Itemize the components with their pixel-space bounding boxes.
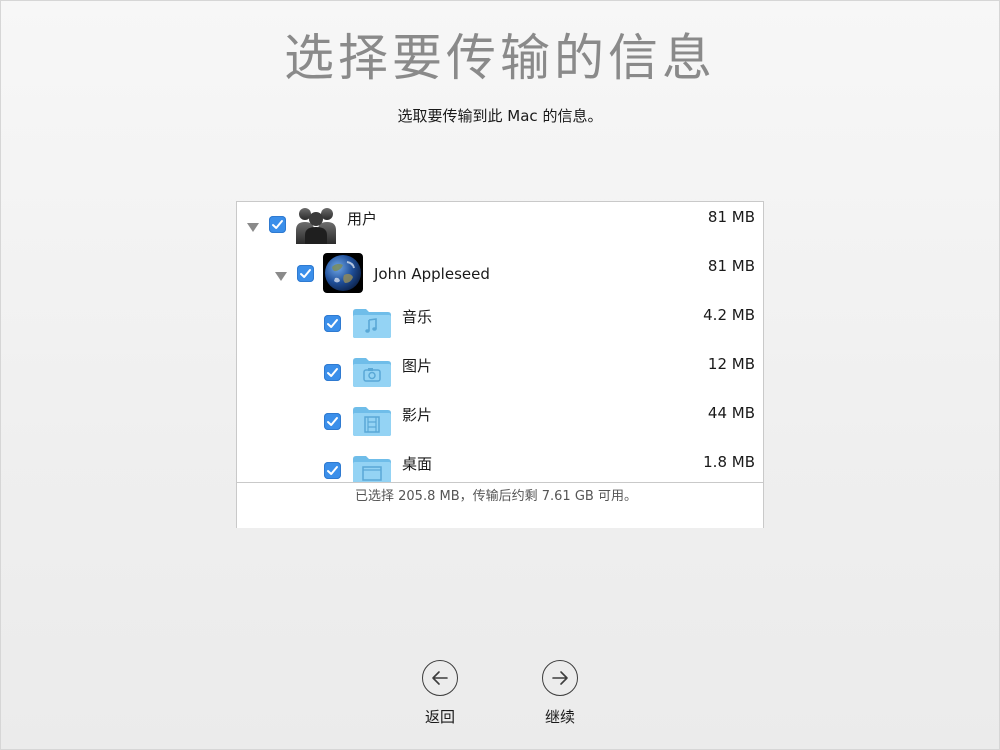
transfer-list-panel: 用户 81 MB John Appleseed 81 MB 音乐 4.2 MB … [236, 201, 764, 528]
forward-arrow-icon[interactable] [542, 660, 578, 696]
list-item-label: 影片 [402, 406, 433, 424]
back-arrow-icon[interactable] [422, 660, 458, 696]
list-item-size: 81 MB [707, 208, 755, 226]
continue-label: 继续 [544, 708, 575, 726]
checkbox-users[interactable] [269, 216, 286, 233]
list-item-movies[interactable]: 影片 44 MB [237, 397, 763, 445]
desktop-folder-icon [353, 456, 391, 482]
back-label: 返回 [424, 708, 455, 726]
selection-summary-bar: 已选择 205.8 MB，传输后约剩 7.61 GB 可用。 [237, 482, 763, 528]
transfer-list[interactable]: 用户 81 MB John Appleseed 81 MB 音乐 4.2 MB … [237, 202, 763, 482]
continue-button[interactable]: 继续 [520, 660, 600, 730]
list-item-pictures[interactable]: 图片 12 MB [237, 348, 763, 396]
movies-folder-icon [353, 407, 391, 436]
checkbox-pictures[interactable] [324, 364, 341, 381]
pictures-folder-icon [353, 358, 391, 387]
list-item-label: John Appleseed [374, 265, 490, 283]
list-item-user-account[interactable]: John Appleseed 81 MB [237, 250, 763, 298]
disclosure-triangle-icon[interactable] [247, 223, 259, 232]
music-folder-icon [353, 309, 391, 338]
list-item-users[interactable]: 用户 81 MB [237, 202, 763, 250]
list-item-size: 1.8 MB [703, 453, 755, 471]
list-item-size: 4.2 MB [703, 306, 755, 324]
disclosure-triangle-icon[interactable] [275, 272, 287, 281]
list-item-label: 桌面 [402, 455, 433, 473]
list-item-label: 图片 [402, 357, 433, 375]
checkbox-user-account[interactable] [297, 265, 314, 282]
list-item-size: 44 MB [707, 404, 755, 422]
list-item-desktop[interactable]: 桌面 1.8 MB [237, 446, 763, 482]
users-group-icon [296, 208, 336, 244]
list-item-size: 81 MB [707, 257, 755, 275]
checkbox-desktop[interactable] [324, 462, 341, 479]
back-button[interactable]: 返回 [400, 660, 480, 730]
checkbox-movies[interactable] [324, 413, 341, 430]
list-item-music[interactable]: 音乐 4.2 MB [237, 299, 763, 347]
page-title: 选择要传输的信息 [284, 29, 716, 87]
selection-summary: 已选择 205.8 MB，传输后约剩 7.61 GB 可用。 [355, 489, 637, 504]
earth-avatar-icon [323, 253, 363, 293]
page-subtitle: 选取要传输到此 Mac 的信息。 [397, 107, 603, 125]
list-item-label: 音乐 [402, 308, 433, 326]
list-item-label: 用户 [347, 210, 378, 228]
list-item-size: 12 MB [707, 355, 755, 373]
checkbox-music[interactable] [324, 315, 341, 332]
